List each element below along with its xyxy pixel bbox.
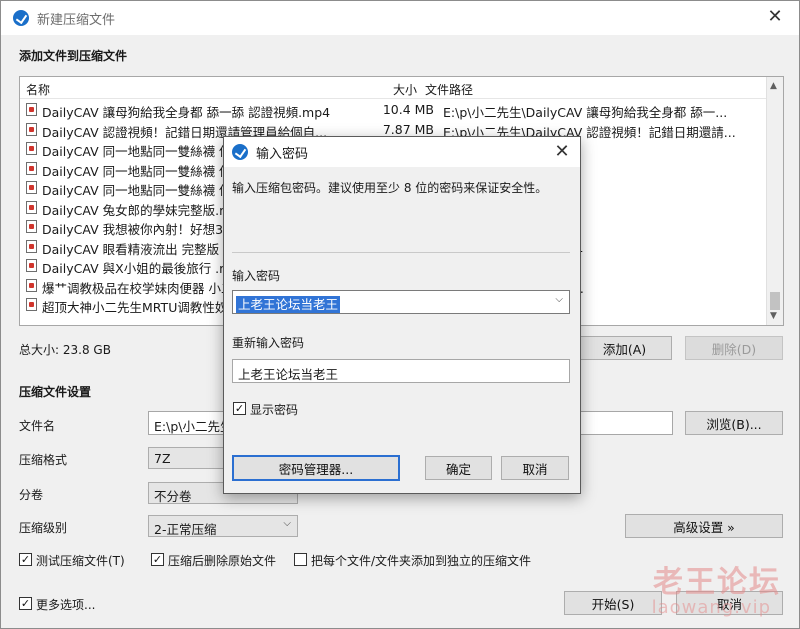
video-file-icon [26, 200, 37, 214]
col-header-size[interactable]: 大小 [393, 81, 417, 98]
table-row[interactable]: DailyCAV 讓母狗給我全身都 舔一舔 認證視頻.mp4 10.4 MB E:\… [20, 100, 768, 120]
format-label: 压缩格式 [19, 453, 68, 467]
test-archive-checkbox[interactable]: ✓ [19, 553, 32, 566]
start-button[interactable]: 开始(S) [564, 591, 662, 615]
video-file-icon [26, 220, 37, 233]
chevron-down-icon: ⌵ [283, 518, 291, 529]
file-path: E:\p\小二先生\DailyCAV 讓母狗給我全身都 舔一... [443, 105, 728, 120]
level-value: 2-正常压缩 [154, 522, 217, 537]
password-input[interactable]: 上老王论坛当老王 ⌵ [232, 290, 570, 314]
more-options-label[interactable]: 更多选项... [36, 596, 95, 613]
total-size: 总大小: 23.8 GB [19, 343, 111, 357]
settings-heading: 压缩文件设置 [19, 385, 92, 399]
delete-after-checkbox[interactable]: ✓ [151, 553, 164, 566]
scroll-up-icon[interactable]: ▲ [770, 81, 777, 91]
video-file-icon [26, 103, 37, 116]
app-logo-icon [232, 144, 248, 160]
video-file-icon [26, 142, 37, 155]
level-label: 压缩级别 [19, 521, 68, 535]
video-file-icon [26, 161, 37, 175]
video-file-icon [26, 239, 37, 253]
separate-archives-label[interactable]: 把每个文件/文件夹添加到独立的压缩文件 [311, 552, 531, 569]
col-header-path[interactable]: 文件路径 [425, 81, 473, 98]
video-file-icon [26, 259, 37, 272]
file-list-scrollbar[interactable]: ▲ ▼ [766, 77, 783, 325]
close-icon[interactable]: ✕ [765, 7, 785, 27]
watermark-text: 老王论坛 [653, 565, 781, 600]
delete-after-label[interactable]: 压缩后删除原始文件 [168, 552, 276, 569]
filename-label: 文件名 [19, 419, 56, 433]
video-file-icon [26, 181, 37, 194]
dialog-divider [232, 252, 570, 253]
file-size: 7.87 MB [382, 121, 434, 137]
ok-button[interactable]: 确定 [425, 456, 492, 480]
browse-button[interactable]: 浏览(B)... [685, 411, 783, 435]
video-file-icon [26, 278, 37, 292]
app-logo-icon [13, 10, 29, 26]
add-files-heading: 添加文件到压缩文件 [19, 49, 128, 63]
chevron-down-icon[interactable]: ⌵ [555, 294, 563, 305]
dialog-title: 输入密码 [256, 146, 309, 162]
video-file-icon [26, 298, 37, 311]
password-manager-button[interactable]: 密码管理器... [232, 455, 400, 481]
dialog-cancel-button[interactable]: 取消 [501, 456, 569, 480]
close-icon[interactable]: ✕ [552, 142, 572, 162]
compress-window: 新建压缩文件 ✕ 添加文件到压缩文件 名称 大小 文件路径 DailyCAV 讓… [0, 0, 800, 629]
format-value: 7Z [154, 451, 171, 466]
password-value: 上老王论坛当老王 [236, 296, 341, 313]
scroll-down-icon[interactable]: ▼ [770, 311, 777, 321]
dialog-title-bar: 输入密码 ✕ [224, 137, 580, 167]
watermark-url: laowang.vip [651, 597, 771, 618]
add-button[interactable]: 添加(A) [577, 336, 672, 360]
dialog-description: 输入压缩包密码。建议使用至少 8 位的密码来保证安全性。 [232, 181, 548, 195]
col-header-name[interactable]: 名称 [26, 81, 50, 98]
scroll-thumb[interactable] [770, 292, 780, 310]
window-title: 新建压缩文件 [37, 12, 116, 28]
remove-button[interactable]: 删除(D) [685, 336, 783, 360]
file-name: DailyCAV 讓母狗給我全身都 舔一舔 認證視頻.mp4 [42, 105, 331, 120]
test-archive-label[interactable]: 测试压缩文件(T) [36, 552, 125, 569]
confirm-password-label: 重新输入密码 [232, 336, 305, 350]
advanced-settings-button[interactable]: 高级设置 » [625, 514, 783, 538]
title-bar: 新建压缩文件 ✕ [1, 1, 799, 35]
separate-archives-checkbox[interactable] [294, 553, 307, 566]
password-label: 输入密码 [232, 269, 281, 283]
video-file-icon [26, 122, 37, 136]
file-size: 10.4 MB [382, 102, 434, 117]
show-password-checkbox[interactable]: ✓ [233, 402, 246, 415]
more-options-checkbox[interactable]: ✓ [19, 597, 32, 610]
split-value: 不分卷 [154, 489, 192, 504]
show-password-label[interactable]: 显示密码 [250, 401, 298, 418]
level-select[interactable]: 2-正常压缩 ⌵ [148, 515, 298, 537]
password-dialog: 输入密码 ✕ 输入压缩包密码。建议使用至少 8 位的密码来保证安全性。 输入密码… [223, 136, 581, 494]
split-label: 分卷 [19, 488, 44, 502]
file-list-header: 名称 大小 文件路径 [20, 77, 768, 99]
confirm-password-input[interactable]: 上老王论坛当老王 [232, 359, 570, 383]
